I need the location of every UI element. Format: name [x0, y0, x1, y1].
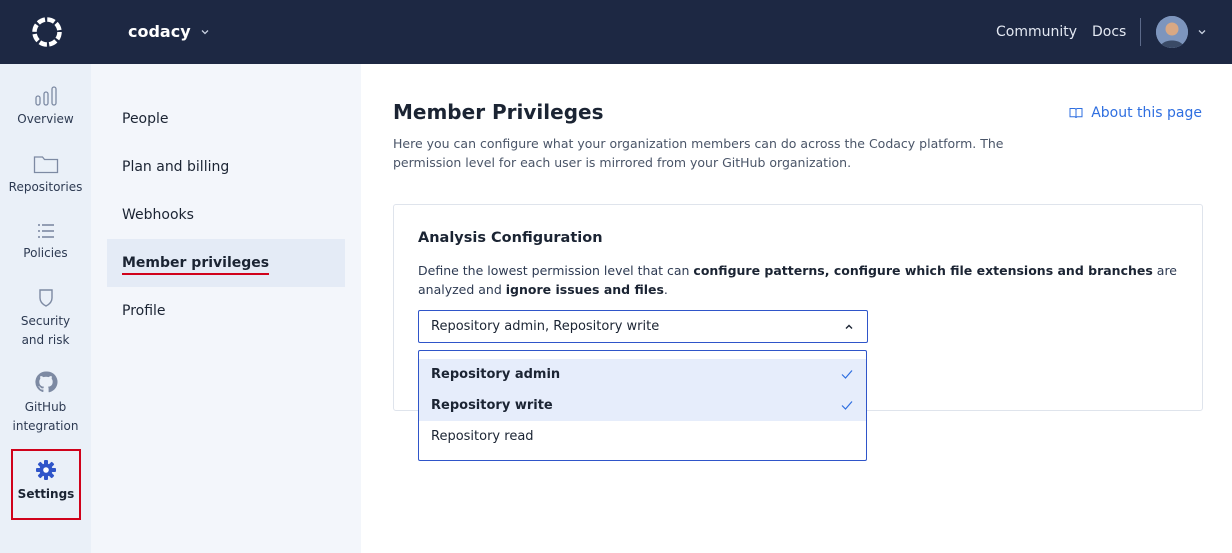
rail-label: Security	[20, 314, 71, 328]
docs-link[interactable]: Docs	[1092, 24, 1126, 40]
organization-selector[interactable]: codacy	[128, 22, 211, 41]
desc-text: Define the lowest permission level that …	[418, 263, 694, 278]
rail-label: integration	[12, 419, 79, 433]
community-link[interactable]: Community	[996, 24, 1077, 40]
subnav-item-webhooks[interactable]: Webhooks	[107, 191, 345, 239]
organization-name: codacy	[128, 22, 191, 41]
select-value: Repository admin, Repository write	[431, 319, 660, 334]
rail-item-overview[interactable]: Overview	[0, 86, 91, 129]
page-title: Member Privileges	[393, 100, 604, 124]
subnav-item-member-privileges[interactable]: Member privileges	[107, 239, 345, 287]
book-icon	[1069, 108, 1083, 119]
rail-label: Repositories	[8, 180, 83, 194]
rail-label: GitHub	[24, 400, 67, 414]
rail-label: Settings	[17, 487, 75, 501]
rail-item-repositories[interactable]: Repositories	[0, 154, 91, 197]
option-repository-write[interactable]: Repository write	[419, 390, 866, 421]
about-this-page-link[interactable]: About this page	[1069, 105, 1202, 121]
main-content: Member Privileges About this page Here y…	[361, 64, 1232, 553]
rail-item-security[interactable]: Security and risk	[0, 288, 91, 350]
folder-icon	[33, 156, 58, 174]
rail-item-github[interactable]: GitHub integration	[0, 370, 91, 436]
card-description: Define the lowest permission level that …	[418, 261, 1178, 299]
check-icon	[841, 401, 853, 410]
chevron-up-icon	[845, 324, 853, 329]
rail-label: and risk	[21, 333, 70, 347]
subnav-label: Webhooks	[122, 207, 194, 223]
subnav-item-profile[interactable]: Profile	[107, 287, 345, 335]
permission-level-select[interactable]: Repository admin, Repository write	[418, 310, 868, 343]
top-bar: codacy Community Docs	[0, 0, 1232, 64]
bar-chart-icon	[34, 86, 57, 106]
rail-item-policies[interactable]: Policies	[0, 222, 91, 263]
chevron-down-icon	[201, 29, 209, 34]
avatar[interactable]	[1156, 16, 1188, 48]
user-avatar-icon	[1156, 16, 1188, 48]
option-label: Repository admin	[431, 367, 561, 382]
desc-bold-text: ignore issues and files	[505, 282, 664, 297]
about-link-label: About this page	[1091, 105, 1202, 121]
option-label: Repository read	[431, 429, 534, 444]
codacy-logo-icon[interactable]	[29, 14, 65, 50]
check-icon	[841, 370, 853, 379]
permission-dropdown-menu: Repository admin Repository write Reposi…	[418, 350, 867, 461]
desc-bold-text: configure patterns, configure which file…	[693, 263, 1153, 278]
subnav-item-people[interactable]: People	[107, 95, 345, 143]
intro-text: Here you can configure what your organiz…	[393, 136, 1004, 170]
rail-item-settings[interactable]: Settings	[11, 449, 81, 520]
settings-subnav: People Plan and billing Webhooks Member …	[91, 64, 361, 553]
subnav-item-plan-and-billing[interactable]: Plan and billing	[107, 143, 345, 191]
chevron-down-icon[interactable]	[1196, 26, 1208, 38]
option-repository-admin[interactable]: Repository admin	[419, 359, 866, 390]
subnav-label: Profile	[122, 303, 166, 319]
list-icon	[37, 224, 54, 238]
option-repository-read[interactable]: Repository read	[419, 421, 866, 452]
shield-icon	[38, 289, 53, 307]
subnav-label: People	[122, 111, 169, 127]
rail-label: Policies	[23, 246, 68, 260]
gear-icon	[36, 460, 56, 480]
left-rail: Overview Repositories Policies Security …	[0, 64, 91, 553]
github-icon	[34, 371, 58, 393]
option-label: Repository write	[431, 398, 553, 413]
subnav-label: Plan and billing	[122, 159, 230, 175]
card-title: Analysis Configuration	[418, 230, 603, 246]
subnav-label: Member privileges	[122, 255, 270, 275]
rail-label: Overview	[17, 112, 74, 126]
desc-text: .	[663, 282, 668, 297]
divider	[1140, 18, 1141, 46]
